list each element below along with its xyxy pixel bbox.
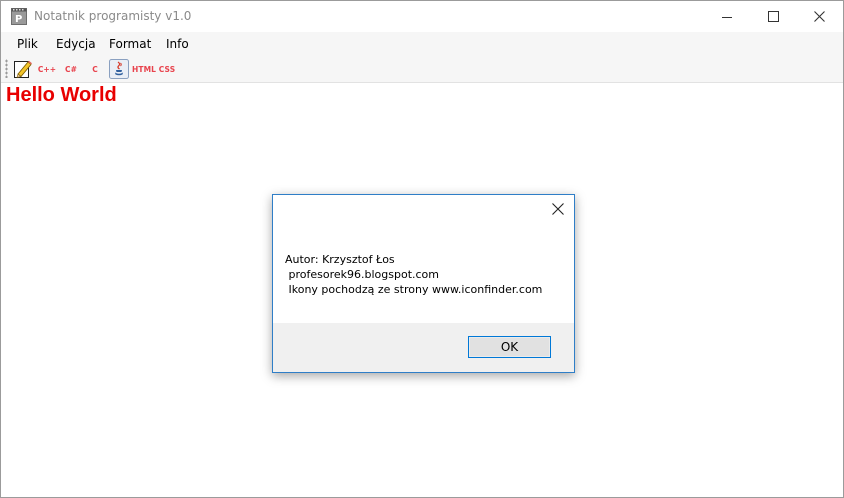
ok-button[interactable]: OK [468, 336, 551, 358]
close-icon [813, 11, 825, 22]
html-label: HTML [131, 64, 157, 74]
html-button[interactable]: HTML [132, 58, 156, 80]
close-button[interactable] [796, 1, 842, 32]
dialog-line-blog: profesorek96.blogspot.com [285, 268, 439, 281]
css-button[interactable]: CSS [156, 58, 178, 80]
toolbar: C++ C# C HTML CSS [1, 56, 843, 83]
c-button[interactable]: C [84, 58, 106, 80]
pencil-icon [14, 60, 32, 78]
maximize-button[interactable] [750, 1, 796, 32]
csharp-button[interactable]: C# [60, 58, 82, 80]
cpp-button[interactable]: C++ [36, 58, 58, 80]
app-icon: P [11, 8, 27, 25]
title-bar[interactable]: P Notatnik programisty v1.0 [1, 1, 843, 32]
minimize-button[interactable] [704, 1, 750, 32]
java-button[interactable] [108, 58, 130, 80]
dialog-close-button[interactable] [546, 197, 570, 221]
window-title: Notatnik programisty v1.0 [34, 9, 192, 23]
dialog-footer: OK [273, 323, 574, 372]
csharp-label: C# [65, 64, 77, 74]
svg-text:P: P [15, 14, 22, 25]
css-label: CSS [158, 64, 176, 74]
about-dialog: Autor: Krzysztof Łos profesorek96.blogsp… [272, 194, 575, 373]
menu-bar: Plik Edycja Format Info [1, 32, 843, 56]
cpp-label: C++ [37, 64, 57, 74]
editor-content[interactable]: Hello World [6, 84, 117, 107]
close-icon [552, 203, 564, 215]
new-file-button[interactable] [12, 58, 34, 80]
c-label: C [92, 64, 98, 74]
minimize-icon [722, 16, 732, 18]
dialog-message: Autor: Krzysztof Łos profesorek96.blogsp… [285, 252, 542, 297]
toolbar-grip[interactable] [5, 59, 8, 78]
menu-info[interactable]: Info [166, 37, 189, 51]
dialog-line-author: Autor: Krzysztof Łos [285, 253, 395, 266]
menu-edycja[interactable]: Edycja [56, 37, 96, 51]
maximize-icon [767, 11, 779, 22]
menu-plik[interactable]: Plik [17, 37, 38, 51]
menu-format[interactable]: Format [109, 37, 151, 51]
java-icon [109, 59, 129, 79]
dialog-line-icons: Ikony pochodzą ze strony www.iconfinder.… [285, 283, 543, 296]
